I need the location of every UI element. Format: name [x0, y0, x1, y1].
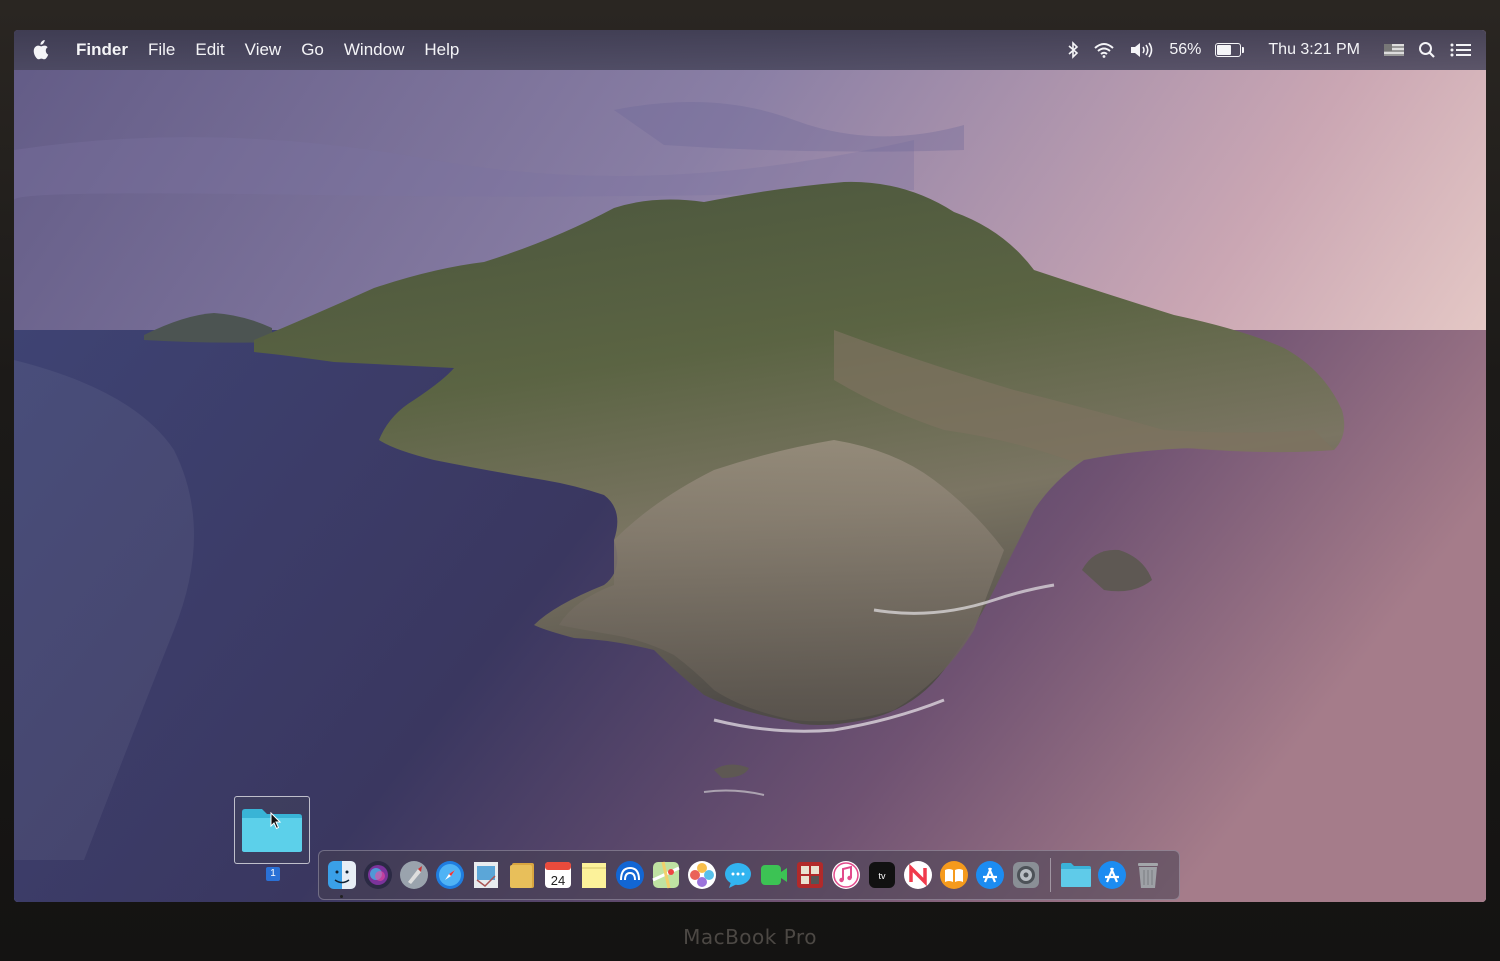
menu-file[interactable]: File [138, 40, 185, 60]
menu-go[interactable]: Go [291, 40, 334, 60]
volume-icon[interactable] [1129, 42, 1155, 58]
dock-launchpad-icon[interactable] [397, 859, 430, 892]
dock-photos-icon[interactable] [685, 859, 718, 892]
tv-label: tv [878, 871, 886, 881]
dock-books-icon[interactable] [937, 859, 970, 892]
dock-calendar-icon[interactable]: 24 [541, 859, 574, 892]
bluetooth-icon[interactable] [1067, 41, 1079, 59]
menu-app-name[interactable]: Finder [66, 40, 138, 60]
menu-window[interactable]: Window [334, 40, 414, 60]
running-indicator [340, 894, 343, 898]
dock-app-store-icon[interactable] [973, 859, 1006, 892]
wifi-icon[interactable] [1093, 42, 1115, 58]
dock-messages-icon[interactable] [721, 859, 754, 892]
dock-safari-icon[interactable] [433, 859, 466, 892]
apple-icon[interactable] [14, 40, 66, 60]
input-flag-icon[interactable] [1384, 44, 1404, 56]
menu-edit[interactable]: Edit [185, 40, 234, 60]
desktop-space-thumbnail[interactable] [234, 796, 310, 864]
battery-fill [1217, 45, 1231, 55]
dock: 24 tv [318, 850, 1180, 900]
battery-icon[interactable] [1215, 43, 1245, 57]
mouse-cursor [270, 812, 282, 830]
menu-help[interactable]: Help [414, 40, 469, 60]
desktop-wallpaper [14, 30, 1486, 902]
dock-photo-booth-icon[interactable] [793, 859, 826, 892]
battery-percent[interactable]: 56% [1169, 41, 1201, 59]
dock-separator [1050, 858, 1051, 892]
screen: Finder File Edit View Go Window Help 56%… [14, 30, 1486, 902]
dock-trash-icon[interactable] [1131, 859, 1164, 892]
dock-maps-icon[interactable] [649, 859, 682, 892]
dock-downloads-folder-icon[interactable] [1059, 859, 1092, 892]
dock-stickies-icon[interactable] [577, 859, 610, 892]
spotlight-icon[interactable] [1418, 41, 1436, 59]
brand-label: MacBook Pro [683, 925, 817, 949]
dock-airdrop-icon[interactable] [613, 859, 646, 892]
dock-siri-icon[interactable] [361, 859, 394, 892]
status-menus: 56% Thu 3:21 PM [1067, 41, 1486, 59]
menu-list: Finder File Edit View Go Window Help [66, 40, 469, 60]
dock-mail-icon[interactable] [469, 859, 502, 892]
dock-system-preferences-icon[interactable] [1009, 859, 1042, 892]
calendar-day: 24 [550, 873, 564, 888]
dock-facetime-icon[interactable] [757, 859, 790, 892]
space-number-badge: 1 [266, 867, 280, 881]
notification-center-icon[interactable] [1450, 42, 1472, 58]
dock-apple-tv-icon[interactable]: tv [865, 859, 898, 892]
dock-itunes-icon[interactable] [829, 859, 862, 892]
dock-finder-icon[interactable] [325, 859, 358, 898]
menu-view[interactable]: View [235, 40, 292, 60]
dock-notes-folder-icon[interactable] [505, 859, 538, 892]
dock-news-icon[interactable] [901, 859, 934, 892]
dock-app-store-folder-icon[interactable] [1095, 859, 1128, 892]
menu-bar: Finder File Edit View Go Window Help 56%… [14, 30, 1486, 70]
clock[interactable]: Thu 3:21 PM [1268, 41, 1360, 59]
